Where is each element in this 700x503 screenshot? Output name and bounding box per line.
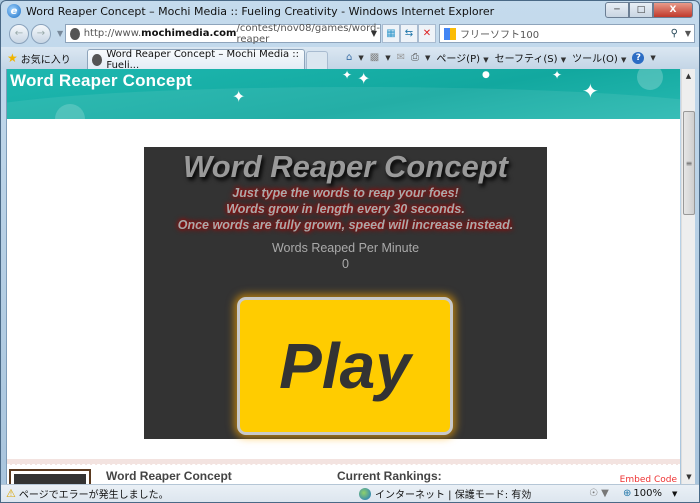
history-dropdown-icon[interactable]: ▼ [57, 29, 63, 38]
status-bar: ⚠ ページでエラーが発生しました。 インターネット | 保護モード: 有効 ☉ … [1, 484, 699, 502]
dot-icon: ● [482, 70, 490, 80]
tab-favicon-icon [92, 53, 103, 66]
status-message[interactable]: ページでエラーが発生しました。 [19, 486, 169, 501]
search-provider-icon [444, 27, 456, 40]
address-bar[interactable]: http://www. mochimedia.com/contest/nov08/… [65, 22, 381, 45]
print-icon[interactable]: ⎙ [411, 52, 419, 63]
compatibility-view-button[interactable]: ▦ [382, 24, 400, 43]
minimize-button[interactable]: ─ [605, 2, 629, 18]
ie-logo-icon: e [7, 4, 21, 18]
title-bar: e Word Reaper Concept – Mochi Media :: F… [1, 1, 699, 21]
banner-wave [7, 87, 680, 119]
maximize-icon: □ [636, 5, 646, 15]
banner-planet [637, 69, 663, 90]
game-embed[interactable]: Word Reaper Concept Just type the words … [144, 147, 547, 439]
sparkle-icon: ✦ [552, 69, 563, 82]
sparkle-icon: ✦ [357, 69, 371, 88]
sparkle-icon: ✦ [342, 69, 353, 82]
game-name: Word Reaper Concept [106, 469, 232, 483]
print-dropdown-icon[interactable]: ▼ [425, 54, 430, 62]
maximize-button[interactable]: □ [629, 2, 653, 18]
scroll-up-icon[interactable]: ▲ [682, 69, 695, 83]
browser-tab[interactable]: Word Reaper Concept – Mochi Media :: Fue… [87, 48, 305, 71]
search-dropdown-icon[interactable]: ▼ [685, 29, 691, 38]
security-zone[interactable]: インターネット | 保護モード: 有効 [359, 486, 531, 501]
search-icon[interactable]: ⚲ [671, 28, 678, 39]
new-tab-button[interactable] [306, 51, 328, 69]
help-icon[interactable]: ? [632, 51, 645, 64]
compat-icon: ▦ [386, 28, 396, 39]
refresh-icon: ⇆ [404, 28, 414, 39]
sparkle-icon: ✦ [232, 87, 246, 106]
section-divider [7, 459, 680, 465]
game-thumbnail[interactable] [9, 469, 91, 484]
mail-icon[interactable]: ✉ [397, 52, 405, 63]
browser-window: e Word Reaper Concept – Mochi Media :: F… [0, 0, 700, 503]
forward-arrow-icon: → [36, 28, 46, 39]
window-title: Word Reaper Concept – Mochi Media :: Fue… [26, 4, 495, 18]
zoom-dropdown-icon[interactable]: ▼ [672, 490, 677, 498]
warning-icon[interactable]: ⚠ [6, 487, 16, 500]
game-title: Word Reaper Concept [183, 149, 508, 184]
wpm-value: 0 [342, 257, 349, 271]
desc-line: Once words are fully grown, speed will i… [177, 218, 514, 232]
back-arrow-icon: ← [14, 28, 24, 39]
banner-title: Word Reaper Concept [10, 71, 193, 90]
stop-button[interactable]: ✕ [418, 24, 436, 43]
address-domain: mochimedia.com [141, 28, 237, 39]
refresh-button[interactable]: ⇆ [400, 24, 418, 43]
address-dropdown-icon[interactable]: ▼ [371, 29, 377, 38]
page-menu-label: ページ(P) [436, 54, 481, 65]
page-content: ✦ ✦ ✦ ● ✦ ✦ Word Reaper Concept Word Rea… [6, 69, 680, 484]
popup-security-icon[interactable]: ☉ ▼ [589, 488, 609, 499]
favorites-button[interactable]: ★ お気に入り [7, 51, 71, 66]
wpm-label: Words Reaped Per Minute [271, 241, 420, 255]
game-info-section: Word Reaper Concept Current Rankings: Em… [7, 467, 680, 484]
zoom-icon: ⊕ [623, 488, 632, 499]
navigation-bar: ← → ▼ http://www. mochimedia.com/contest/… [1, 21, 699, 46]
star-icon: ★ [7, 51, 18, 65]
safety-menu-label: セーフティ(S) [494, 54, 558, 65]
zoom-level: 100% [633, 488, 662, 499]
help-dropdown-icon[interactable]: ▼ [650, 54, 655, 62]
search-placeholder: フリーソフト100 [460, 30, 540, 41]
desc-line: Just type the words to reap your foes! [232, 186, 459, 200]
sparkle-icon: ✦ [582, 79, 599, 103]
favorites-label: お気に入り [20, 54, 71, 66]
safety-menu[interactable]: セーフティ(S) ▼ [495, 50, 567, 65]
rankings-heading: Current Rankings: [337, 469, 442, 483]
address-prefix: http://www. [83, 28, 142, 39]
home-icon[interactable]: ⌂ [346, 52, 352, 63]
search-box[interactable]: フリーソフト100 ⚲ ▼ [439, 24, 695, 43]
vertical-scrollbar[interactable]: ▲ ≡ ▼ [681, 69, 695, 484]
favorites-bar: ★ お気に入り Word Reaper Concept – Mochi Medi… [1, 47, 699, 71]
globe-icon [359, 487, 371, 500]
tab-label: Word Reaper Concept – Mochi Media :: Fue… [106, 48, 300, 71]
scroll-down-icon[interactable]: ▼ [682, 470, 696, 484]
forward-button[interactable]: → [31, 23, 51, 44]
back-button[interactable]: ← [9, 23, 29, 44]
game-description: Just type the words to reap your foes! W… [144, 185, 547, 233]
embed-code-link[interactable]: Embed Code [620, 475, 677, 484]
close-icon: X [669, 5, 677, 15]
site-favicon-icon [70, 27, 80, 40]
feeds-dropdown-icon[interactable]: ▼ [385, 54, 390, 62]
desc-line: Words grow in length every 30 seconds. [226, 202, 465, 216]
feeds-icon[interactable]: ▩ [370, 52, 379, 63]
close-button[interactable]: X [653, 2, 693, 18]
tools-menu-label: ツール(O) [572, 54, 618, 65]
site-banner: ✦ ✦ ✦ ● ✦ ✦ Word Reaper Concept [7, 69, 680, 119]
stop-icon: ✕ [422, 28, 432, 39]
play-button[interactable]: Play [237, 297, 453, 435]
command-bar: ⌂ ▼ ▩ ▼ ✉ ⎙ ▼ ページ(P) ▼ セーフティ(S) ▼ ツール(O) ▼ … [346, 50, 656, 65]
tools-menu[interactable]: ツール(O) ▼ [572, 50, 626, 65]
address-path: /contest/nov08/games/word-reaper [236, 22, 380, 45]
home-dropdown-icon[interactable]: ▼ [358, 54, 363, 62]
scrollbar-thumb[interactable]: ≡ [683, 111, 695, 215]
zoom-control[interactable]: ⊕ 100% ▼ [623, 488, 677, 499]
zone-label: インターネット | 保護モード: 有効 [375, 490, 532, 501]
minimize-icon: ─ [614, 5, 620, 15]
play-label: Play [279, 330, 411, 402]
page-menu[interactable]: ページ(P) ▼ [436, 50, 488, 65]
